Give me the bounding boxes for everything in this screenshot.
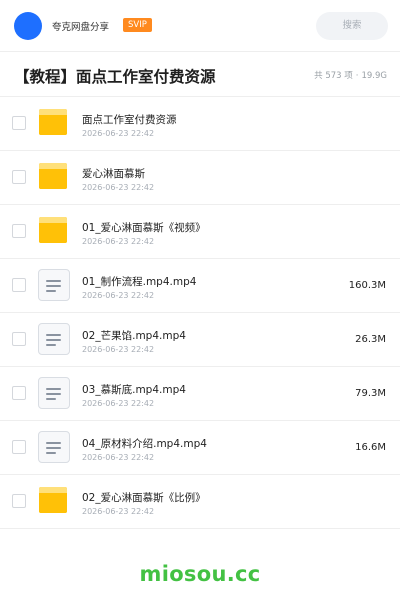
file-list: 面点工作室付费资源 2026-06-23 22:42 爱心淋面慕斯 2026-0… — [0, 97, 400, 529]
file-row[interactable]: 01_制作流程.mp4.mp4 2026-06-23 22:42 160.3M — [0, 259, 400, 313]
svip-badge: SVIP — [123, 18, 152, 32]
file-row[interactable]: 面点工作室付费资源 2026-06-23 22:42 — [0, 97, 400, 151]
file-date: 2026-06-23 22:42 — [82, 291, 155, 300]
select-checkbox[interactable] — [12, 224, 26, 238]
video-file-icon — [38, 431, 70, 463]
file-row[interactable]: 02_爱心淋面慕斯《比例》 2026-06-23 22:42 — [0, 475, 400, 529]
folder-icon — [38, 161, 70, 193]
page-title: 【教程】面点工作室付费资源 — [14, 68, 216, 86]
file-date: 2026-06-23 22:42 — [82, 453, 155, 462]
select-checkbox[interactable] — [12, 494, 26, 508]
file-size: 160.3M — [348, 280, 386, 291]
file-name[interactable]: 01_爱心淋面慕斯《视频》 — [82, 220, 206, 235]
select-checkbox[interactable] — [12, 440, 26, 454]
file-row[interactable]: 01_爱心淋面慕斯《视频》 2026-06-23 22:42 — [0, 205, 400, 259]
select-checkbox[interactable] — [12, 386, 26, 400]
top-bar: 夸克网盘分享 SVIP 搜索 — [0, 0, 400, 52]
file-row[interactable]: 02_芒果馅.mp4.mp4 2026-06-23 22:42 26.3M — [0, 313, 400, 367]
file-name[interactable]: 03_慕斯底.mp4.mp4 — [82, 382, 186, 397]
video-file-icon — [38, 377, 70, 409]
folder-icon — [38, 485, 70, 517]
select-checkbox[interactable] — [12, 170, 26, 184]
total-size: 19.9G — [361, 71, 387, 81]
file-date: 2026-06-23 22:42 — [82, 399, 155, 408]
watermark-text: miosou.cc — [139, 562, 261, 586]
video-file-icon — [38, 269, 70, 301]
search-button[interactable]: 搜索 — [316, 12, 388, 40]
file-size: 26.3M — [355, 334, 386, 345]
file-date: 2026-06-23 22:42 — [82, 507, 155, 516]
file-row[interactable]: 爱心淋面慕斯 2026-06-23 22:42 — [0, 151, 400, 205]
item-count: 共 573 项 — [314, 71, 353, 81]
share-owner-name: 夸克网盘分享 — [52, 22, 110, 33]
select-checkbox[interactable] — [12, 332, 26, 346]
file-name[interactable]: 02_爱心淋面慕斯《比例》 — [82, 490, 206, 505]
video-file-icon — [38, 323, 70, 355]
file-size: 79.3M — [355, 388, 386, 399]
avatar[interactable] — [14, 12, 42, 40]
file-date: 2026-06-23 22:42 — [82, 345, 155, 354]
file-name[interactable]: 02_芒果馅.mp4.mp4 — [82, 328, 186, 343]
select-checkbox[interactable] — [12, 116, 26, 130]
select-checkbox[interactable] — [12, 278, 26, 292]
file-size: 16.6M — [355, 442, 386, 453]
folder-header: 【教程】面点工作室付费资源 共 573 项 · 19.9G — [0, 52, 400, 97]
file-date: 2026-06-23 22:42 — [82, 237, 155, 246]
folder-icon — [38, 107, 70, 139]
folder-icon — [38, 215, 70, 247]
folder-summary: 共 573 项 · 19.9G — [314, 69, 387, 81]
file-row[interactable]: 03_慕斯底.mp4.mp4 2026-06-23 22:42 79.3M — [0, 367, 400, 421]
file-name[interactable]: 爱心淋面慕斯 — [82, 166, 145, 181]
file-name[interactable]: 01_制作流程.mp4.mp4 — [82, 274, 196, 289]
file-date: 2026-06-23 22:42 — [82, 129, 155, 138]
file-date: 2026-06-23 22:42 — [82, 183, 155, 192]
file-name[interactable]: 面点工作室付费资源 — [82, 112, 177, 127]
meta-separator: · — [355, 71, 359, 81]
file-name[interactable]: 04_原材料介绍.mp4.mp4 — [82, 436, 207, 451]
file-row[interactable]: 04_原材料介绍.mp4.mp4 2026-06-23 22:42 16.6M — [0, 421, 400, 475]
